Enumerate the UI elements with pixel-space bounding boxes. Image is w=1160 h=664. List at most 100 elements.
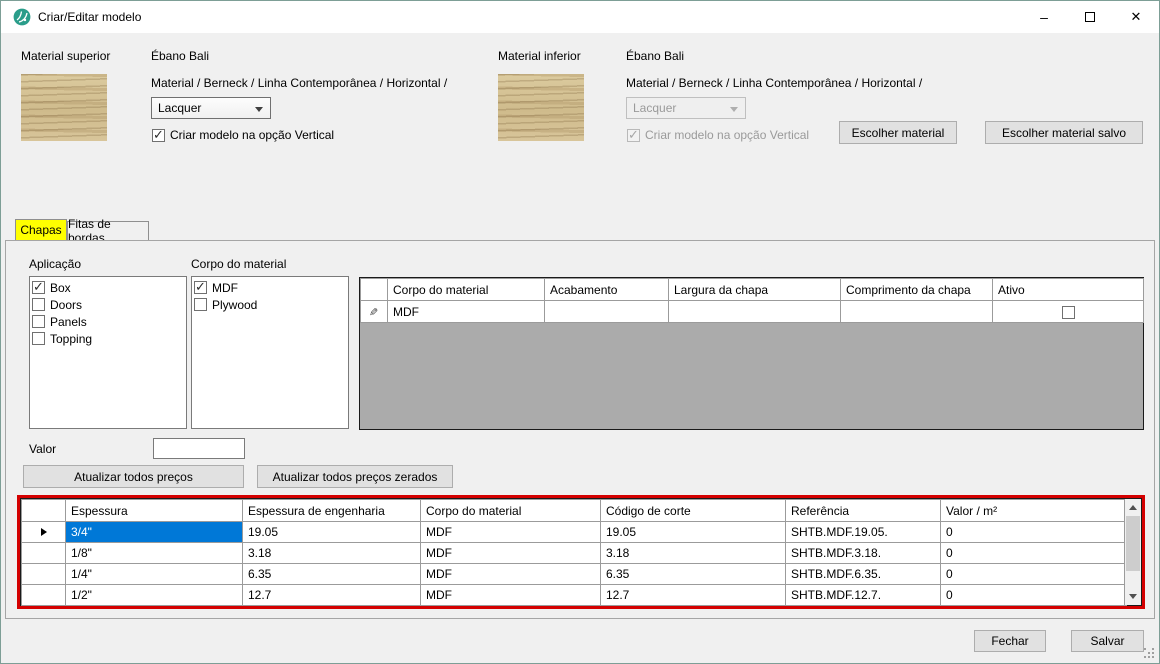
column-header[interactable]: Ativo: [993, 279, 1144, 301]
scroll-up-button[interactable]: [1125, 499, 1141, 516]
row-header-cell[interactable]: ✎: [361, 301, 388, 323]
cell-valor-m2[interactable]: 0: [941, 522, 1127, 543]
material-inferior-finish-select: Lacquer: [626, 97, 746, 119]
cell-espessura[interactable]: 1/2": [66, 585, 243, 606]
aplicacao-item-topping[interactable]: Topping: [32, 330, 186, 347]
cell-corpo[interactable]: MDF: [421, 585, 601, 606]
cell-espessura-engenharia[interactable]: 3.18: [243, 543, 421, 564]
cell-espessura-engenharia[interactable]: 6.35: [243, 564, 421, 585]
maximize-icon: [1085, 12, 1095, 22]
update-zero-prices-button[interactable]: Atualizar todos preços zerados: [257, 465, 453, 488]
fechar-button[interactable]: Fechar: [974, 630, 1046, 652]
material-inferior-vertical-option: Criar modelo na opção Vertical: [627, 128, 809, 142]
material-inferior-vertical-checkbox: [627, 129, 640, 142]
valor-label: Valor: [29, 442, 56, 456]
material-superior-finish-select[interactable]: Lacquer: [151, 97, 271, 119]
checkbox[interactable]: [32, 315, 45, 328]
scroll-down-button[interactable]: [1125, 588, 1141, 605]
checkbox[interactable]: [194, 298, 207, 311]
cell-espessura[interactable]: 1/8": [66, 543, 243, 564]
cell-corpo[interactable]: MDF: [421, 543, 601, 564]
corpo-item-plywood[interactable]: Plywood: [194, 296, 348, 313]
title-bar: Criar/Editar modelo – ✕: [1, 1, 1159, 33]
aplicacao-item-label: Topping: [50, 332, 92, 346]
cell-valor-m2[interactable]: 0: [941, 585, 1127, 606]
checkbox[interactable]: [32, 298, 45, 311]
tab-chapas[interactable]: Chapas: [15, 219, 67, 240]
cell-codigo-corte[interactable]: 6.35: [601, 564, 786, 585]
scrollbar-thumb[interactable]: [1126, 516, 1140, 571]
close-button[interactable]: ✕: [1113, 1, 1159, 33]
minimize-button[interactable]: –: [1021, 1, 1067, 33]
cell-espessura-engenharia[interactable]: 19.05: [243, 522, 421, 543]
maximize-button[interactable]: [1067, 1, 1113, 33]
chevron-down-icon: [255, 107, 263, 112]
close-icon: ✕: [1131, 9, 1142, 25]
cell-corpo[interactable]: MDF: [421, 564, 601, 585]
choose-material-button[interactable]: Escolher material: [839, 121, 957, 144]
cell-codigo-corte[interactable]: 19.05: [601, 522, 786, 543]
material-superior-vertical-checkbox[interactable]: [152, 129, 165, 142]
cell-ativo[interactable]: [993, 301, 1144, 323]
cell-largura[interactable]: [669, 301, 841, 323]
column-header[interactable]: Espessura: [66, 500, 243, 522]
choose-saved-material-button[interactable]: Escolher material salvo: [985, 121, 1143, 144]
cell-valor-m2[interactable]: 0: [941, 543, 1127, 564]
aplicacao-item-label: Doors: [50, 298, 82, 312]
checkbox[interactable]: [32, 281, 45, 294]
cell-acabamento[interactable]: [545, 301, 669, 323]
column-header[interactable]: Comprimento da chapa: [841, 279, 993, 301]
aplicacao-item-panels[interactable]: Panels: [32, 313, 186, 330]
valor-input[interactable]: [153, 438, 245, 459]
minimize-icon: –: [1040, 9, 1048, 25]
checkbox[interactable]: [32, 332, 45, 345]
precos-grid: Espessura Espessura de engenharia Corpo …: [20, 498, 1142, 606]
column-header[interactable]: Referência: [786, 500, 941, 522]
row-header-cell[interactable]: [22, 564, 66, 585]
cell-referencia[interactable]: SHTB.MDF.6.35.: [786, 564, 941, 585]
cell-espessura-engenharia[interactable]: 12.7: [243, 585, 421, 606]
aplicacao-item-label: Box: [50, 281, 71, 295]
column-header[interactable]: Valor / m²: [941, 500, 1127, 522]
cell-espessura[interactable]: 1/4": [66, 564, 243, 585]
material-superior-finish-value: Lacquer: [158, 101, 201, 115]
update-all-prices-button[interactable]: Atualizar todos preços: [23, 465, 244, 488]
dialog-window: Criar/Editar modelo – ✕ Material superio…: [0, 0, 1160, 664]
material-superior-name: Ébano Bali: [151, 49, 209, 63]
cell-referencia[interactable]: SHTB.MDF.3.18.: [786, 543, 941, 564]
cell-codigo-corte[interactable]: 12.7: [601, 585, 786, 606]
tab-fitas-de-bordas[interactable]: Fitas de bordas: [67, 221, 149, 240]
material-superior-vertical-option[interactable]: Criar modelo na opção Vertical: [152, 128, 334, 142]
cell-valor-m2[interactable]: 0: [941, 564, 1127, 585]
column-header[interactable]: Código de corte: [601, 500, 786, 522]
aplicacao-item-label: Panels: [50, 315, 87, 329]
cell-referencia[interactable]: SHTB.MDF.12.7.: [786, 585, 941, 606]
vertical-scrollbar[interactable]: [1124, 499, 1141, 605]
chapas-grid-row: ✎ MDF: [361, 301, 1144, 323]
cell-codigo-corte[interactable]: 3.18: [601, 543, 786, 564]
material-superior-preview-image: [21, 74, 107, 141]
cell-corpo[interactable]: MDF: [421, 522, 601, 543]
cell-comprimento[interactable]: [841, 301, 993, 323]
material-inferior-name: Ébano Bali: [626, 49, 684, 63]
cell-corpo[interactable]: MDF: [388, 301, 545, 323]
cell-referencia[interactable]: SHTB.MDF.19.05.: [786, 522, 941, 543]
checkbox[interactable]: [194, 281, 207, 294]
corpo-item-mdf[interactable]: MDF: [194, 279, 348, 296]
salvar-button[interactable]: Salvar: [1071, 630, 1144, 652]
aplicacao-item-box[interactable]: Box: [32, 279, 186, 296]
column-header[interactable]: Espessura de engenharia: [243, 500, 421, 522]
resize-grip[interactable]: [1144, 648, 1154, 658]
column-header[interactable]: Corpo do material: [421, 500, 601, 522]
row-header-cell[interactable]: [22, 543, 66, 564]
material-inferior-finish-value: Lacquer: [633, 101, 676, 115]
column-header[interactable]: Acabamento: [545, 279, 669, 301]
row-header-cell-selected[interactable]: [22, 522, 66, 543]
material-inferior-vertical-label: Criar modelo na opção Vertical: [645, 128, 809, 142]
column-header[interactable]: Largura da chapa: [669, 279, 841, 301]
ativo-checkbox[interactable]: [1062, 306, 1075, 319]
cell-espessura[interactable]: 3/4": [66, 522, 243, 543]
aplicacao-item-doors[interactable]: Doors: [32, 296, 186, 313]
row-header-cell[interactable]: [22, 585, 66, 606]
column-header[interactable]: Corpo do material: [388, 279, 545, 301]
